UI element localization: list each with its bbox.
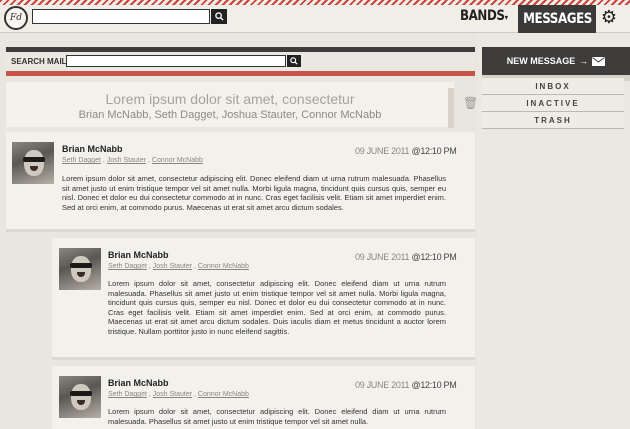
chevron-down-icon: ▾	[504, 13, 508, 22]
message-item[interactable]: Brian McNabb Seth Dagget , Josh Stauter …	[52, 366, 475, 429]
top-bar: Fd BANDS▾ MESSAGES ⚙	[0, 0, 630, 33]
message-time: @12:10 PM	[411, 380, 457, 390]
recipient-link[interactable]: Connor McNabb	[198, 391, 249, 398]
recipient-link[interactable]: Josh Stauter	[153, 263, 192, 270]
new-message-label: NEW MESSAGE	[506, 56, 576, 66]
message-date: 09 JUNE 2011 @12:10 PM	[355, 380, 457, 390]
message-date-day: 09 JUNE 2011	[355, 252, 410, 262]
folder-inbox[interactable]: INBOX	[482, 78, 624, 95]
nav-messages-label: MESSAGES	[522, 11, 592, 27]
message-body: Lorem ipsum dolor sit amet, consectetur …	[108, 407, 446, 426]
message-recipients: Seth Dagget , Josh Stauter , Connor McNa…	[62, 157, 203, 164]
recipient-link[interactable]: Connor McNabb	[152, 157, 203, 164]
search-mail-button[interactable]	[287, 55, 301, 67]
message-body: Lorem ipsum dolor sit amet, consectetur …	[62, 174, 446, 212]
app-logo[interactable]: Fd	[4, 6, 28, 30]
scrollbar[interactable]	[448, 88, 454, 128]
nav-bands[interactable]: BANDS▾	[460, 8, 508, 24]
message-recipients: Seth Dagget , Josh Stauter , Connor McNa…	[108, 391, 249, 398]
message-body: Lorem ipsum dolor sit amet, consectetur …	[108, 279, 446, 336]
search-icon	[290, 57, 298, 65]
message-time: @12:10 PM	[411, 146, 457, 156]
search-mail-input[interactable]	[66, 55, 286, 67]
nav-messages[interactable]: MESSAGES	[518, 5, 596, 33]
recipient-link[interactable]: Josh Stauter	[107, 157, 146, 164]
thread-header: Lorem ipsum dolor sit amet, consectetur …	[6, 82, 454, 127]
recipient-link[interactable]: Seth Dagget	[108, 263, 147, 270]
new-message-button[interactable]: NEW MESSAGE →	[482, 47, 630, 75]
search-mail-label: SEARCH MAIL	[11, 57, 67, 66]
message-sender: Brian McNabb	[62, 144, 123, 154]
message-item[interactable]: Brian McNabb Seth Dagget , Josh Stauter …	[6, 132, 475, 232]
message-date-day: 09 JUNE 2011	[355, 146, 410, 156]
avatar	[59, 376, 101, 418]
message-time: @12:10 PM	[411, 252, 457, 262]
thread-subject: Lorem ipsum dolor sit amet, consectetur	[105, 91, 355, 107]
message-recipients: Seth Dagget , Josh Stauter , Connor McNa…	[108, 263, 249, 270]
avatar	[59, 248, 101, 290]
arrow-right-icon: →	[579, 56, 589, 66]
thread-participants: Brian McNabb, Seth Dagget, Joshua Staute…	[78, 109, 382, 121]
search-mail-bar: SEARCH MAIL	[6, 47, 475, 76]
envelope-icon	[592, 56, 606, 66]
folder-trash[interactable]: TRASH	[482, 112, 624, 129]
nav-bands-label: BANDS	[460, 8, 505, 24]
global-search-button[interactable]	[211, 9, 227, 24]
recipient-link[interactable]: Seth Dagget	[108, 391, 147, 398]
message-sender: Brian McNabb	[108, 250, 169, 260]
message-item[interactable]: Brian McNabb Seth Dagget , Josh Stauter …	[52, 238, 475, 360]
recipient-link[interactable]: Seth Dagget	[62, 157, 101, 164]
message-date: 09 JUNE 2011 @12:10 PM	[355, 252, 457, 262]
folder-inactive[interactable]: INACTIVE	[482, 95, 624, 112]
recipient-link[interactable]: Connor McNabb	[198, 263, 249, 270]
logo-text: Fd	[9, 13, 22, 23]
search-icon	[214, 12, 224, 21]
global-search-input[interactable]	[32, 9, 210, 24]
recipient-link[interactable]: Josh Stauter	[153, 391, 192, 398]
message-date: 09 JUNE 2011 @12:10 PM	[355, 146, 457, 156]
trash-icon[interactable]: 🗑	[463, 96, 478, 110]
message-sender: Brian McNabb	[108, 378, 169, 388]
message-date-day: 09 JUNE 2011	[355, 380, 410, 390]
avatar	[12, 142, 54, 184]
gear-icon[interactable]: ⚙	[599, 7, 619, 27]
